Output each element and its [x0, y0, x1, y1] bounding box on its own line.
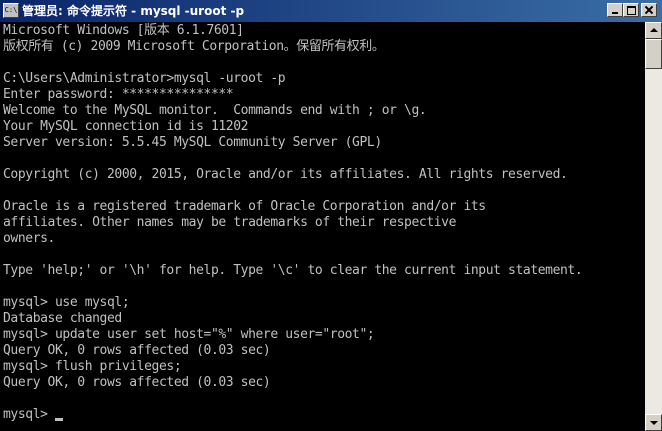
console-line: mysql> update user set host="%" where us… — [3, 327, 375, 342]
prompt-line[interactable]: mysql> — [3, 407, 63, 423]
mysql-prompt: mysql> — [3, 407, 55, 422]
maximize-button[interactable] — [623, 3, 639, 17]
console-line: C:\Users\Administrator>mysql -uroot -p — [3, 71, 286, 86]
vertical-scrollbar[interactable] — [645, 22, 662, 431]
console-line: Welcome to the MySQL monitor. Commands e… — [3, 103, 427, 118]
console-line: Query OK, 0 rows affected (0.03 sec) — [3, 375, 271, 390]
text-cursor — [55, 418, 63, 421]
console-line: owners. — [3, 231, 55, 246]
console-line: Query OK, 0 rows affected (0.03 sec) — [3, 343, 271, 358]
console-line: Enter password: *************** — [3, 87, 234, 102]
console-line: affiliates. Other names may be trademark… — [3, 215, 457, 230]
scroll-down-arrow-icon[interactable] — [645, 414, 662, 431]
console-line: Copyright (c) 2000, 2015, Oracle and/or … — [3, 167, 568, 182]
window-title: 管理员: 命令提示符 - mysql -uroot -p — [22, 4, 245, 18]
console-line: Type 'help;' or '\h' for help. Type '\c'… — [3, 263, 583, 278]
console-line: 版权所有 (c) 2009 Microsoft Corporation。保留所有… — [3, 39, 385, 54]
scroll-up-arrow-icon[interactable] — [645, 22, 662, 39]
console-output[interactable]: Microsoft Windows [版本 6.1.7601] 版权所有 (c)… — [0, 22, 645, 431]
minimize-button[interactable] — [607, 3, 623, 17]
console-line: mysql> flush privileges; — [3, 359, 182, 374]
cmd-icon[interactable]: C:\ — [3, 3, 19, 18]
console-line: Your MySQL connection id is 11202 — [3, 119, 249, 134]
console-line: Server version: 5.5.45 MySQL Community S… — [3, 135, 382, 150]
close-button[interactable] — [641, 3, 657, 17]
console-line: Oracle is a registered trademark of Orac… — [3, 199, 486, 214]
console-line: Database changed — [3, 311, 122, 326]
console-line: Microsoft Windows [版本 6.1.7601] — [3, 23, 244, 38]
command-prompt-window: C:\ 管理员: 命令提示符 - mysql -uroot -p Microso… — [0, 0, 662, 431]
title-bar[interactable]: C:\ 管理员: 命令提示符 - mysql -uroot -p — [0, 0, 662, 22]
scrollbar-thumb[interactable] — [645, 39, 662, 69]
console-line: mysql> use mysql; — [3, 295, 130, 310]
